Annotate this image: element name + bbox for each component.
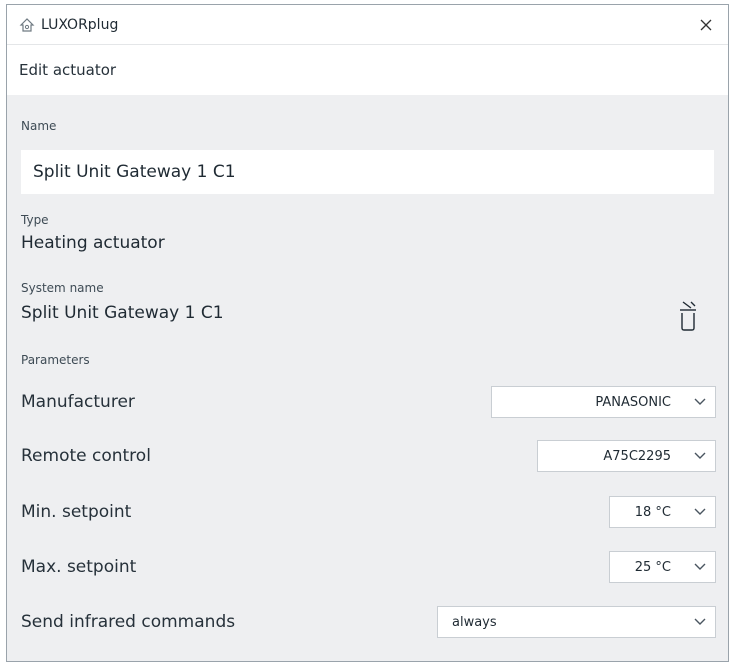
parameters-heading: Parameters	[21, 353, 90, 367]
chevron-down-icon	[685, 618, 715, 626]
remote-control-select[interactable]: A75C2295	[537, 440, 716, 472]
max-setpoint-value: 25 °C	[634, 559, 671, 575]
manufacturer-select[interactable]: PANASONIC	[491, 386, 716, 418]
chevron-down-icon	[685, 452, 715, 460]
param-row-max-setpoint: Max. setpoint 25 °C	[21, 550, 716, 584]
infrared-select[interactable]: always	[437, 606, 716, 638]
app-icon	[19, 17, 35, 33]
chevron-down-icon	[685, 508, 715, 516]
type-label: Type	[21, 213, 49, 227]
system-name-value: Split Unit Gateway 1 C1	[21, 303, 224, 323]
min-setpoint-select[interactable]: 18 °C	[609, 496, 716, 528]
chevron-down-icon	[685, 563, 715, 571]
name-input[interactable]	[21, 150, 714, 194]
window-title: LUXORplug	[41, 16, 119, 33]
system-name-label: System name	[21, 281, 104, 295]
trash-icon[interactable]	[672, 296, 704, 336]
param-row-min-setpoint: Min. setpoint 18 °C	[21, 495, 716, 529]
manufacturer-value: PANASONIC	[595, 394, 671, 410]
dialog-subtitle: Edit actuator	[7, 45, 728, 95]
min-setpoint-value: 18 °C	[634, 504, 671, 520]
title-bar: LUXORplug	[7, 5, 728, 45]
chevron-down-icon	[685, 398, 715, 406]
dialog-window: LUXORplug Edit actuator Name Type Heatin…	[6, 4, 729, 662]
param-row-manufacturer: Manufacturer PANASONIC	[21, 385, 716, 419]
remote-control-value: A75C2295	[603, 448, 671, 464]
param-row-remote-control: Remote control A75C2295	[21, 439, 716, 473]
type-value: Heating actuator	[21, 233, 165, 253]
max-setpoint-select[interactable]: 25 °C	[609, 551, 716, 583]
name-label: Name	[21, 119, 57, 133]
param-row-infrared: Send infrared commands always	[21, 605, 716, 639]
infrared-value: always	[452, 614, 497, 630]
close-icon[interactable]	[694, 13, 718, 37]
